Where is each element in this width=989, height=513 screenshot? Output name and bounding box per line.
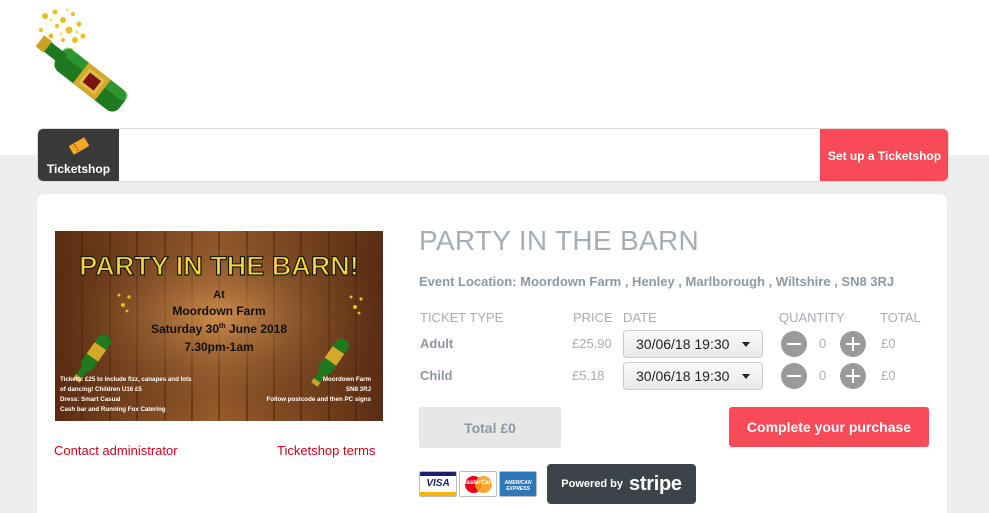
champagne-bottle-icon [35,8,128,112]
date-select-adult-value: 30/06/18 19:30 [636,336,730,352]
header-ticket-type: TICKET TYPE [420,310,504,325]
banner-info-line: Cash bar and Running Fox Catering [60,406,166,413]
plus-icon-v [852,337,854,351]
visa-label: VISA [426,478,450,489]
nav-ticketshop[interactable]: Ticketshop [38,129,119,181]
header-total: TOTAL [880,310,921,325]
minus-icon [787,343,801,345]
banner-info-line: SN8 3RJ [346,386,372,393]
increase-child-button[interactable] [840,363,866,389]
stripe-wordmark: stripe [629,472,682,495]
header-price: PRICE [573,310,613,325]
event-card: PARTY IN THE BARN! At Moordown Farm Satu… [37,194,947,513]
decrease-child-button[interactable] [781,363,807,389]
banner-time: 7.30pm-1am [184,340,253,354]
banner-info-line: of dancing! Children U16 £5 [60,386,142,393]
banner-info-line: Moordown Farm [323,376,372,383]
event-location: Event Location: Moordown Farm , Henley ,… [419,274,895,289]
quantity-adult: 0 [819,336,827,351]
date-select-child-value: 30/06/18 19:30 [636,368,730,384]
ticket-type-adult: Adult [420,336,454,351]
champagne-logo [33,6,158,118]
increase-adult-button[interactable] [840,331,866,357]
banner-info-line: Dress: Smart Casual [60,396,121,403]
mastercard-label: MasterCard [461,480,495,486]
navbar: Ticketshop Set up a Ticketshop [37,128,949,182]
event-banner-image: PARTY IN THE BARN! At Moordown Farm Satu… [55,231,383,421]
amex-label: AMERICAN EXPRESS [504,480,532,492]
order-total: Total £0 [419,407,561,448]
banner-info-line: Follow postcode and then PC signs [266,396,371,403]
complete-purchase-button[interactable]: Complete your purchase [729,407,929,447]
plus-icon-v [852,369,854,383]
total-adult: £0 [881,336,896,351]
ticket-type-child: Child [420,368,453,383]
powered-by-stripe-badge[interactable]: Powered by stripe [547,464,696,504]
minus-icon [787,375,801,377]
setup-ticketshop-button[interactable]: Set up a Ticketshop [820,129,948,181]
total-child: £0 [881,368,896,383]
header-date: DATE [623,310,657,325]
visa-card-icon: VISA [419,471,457,497]
banner-at: At [213,289,225,301]
amex-card-icon: AMERICAN EXPRESS [499,471,537,497]
date-select-adult[interactable]: 30/06/18 19:30 [623,330,763,358]
contact-administrator-link[interactable]: Contact administrator [54,443,178,458]
powered-by-label: Powered by [561,478,624,490]
price-child: £5.18 [572,368,605,383]
decrease-adult-button[interactable] [781,331,807,357]
caret-down-icon [742,342,750,347]
date-select-child[interactable]: 30/06/18 19:30 [623,362,763,390]
nav-ticketshop-label: Ticketshop [46,162,111,176]
caret-down-icon [742,374,750,379]
ticketshop-terms-link[interactable]: Ticketshop terms [277,443,376,458]
quantity-child: 0 [819,368,827,383]
mastercard-icon: MasterCard [459,471,497,497]
banner-venue: Moordown Farm [172,304,265,318]
ticket-icon [69,137,89,155]
price-adult: £25.90 [572,336,612,351]
banner-info-line: Tickets: £25 to include fizz, canapes an… [60,376,192,383]
event-title: PARTY IN THE BARN [419,225,699,256]
header-quantity: QUANTITY [779,310,845,325]
banner-title: PARTY IN THE BARN! [79,251,359,281]
